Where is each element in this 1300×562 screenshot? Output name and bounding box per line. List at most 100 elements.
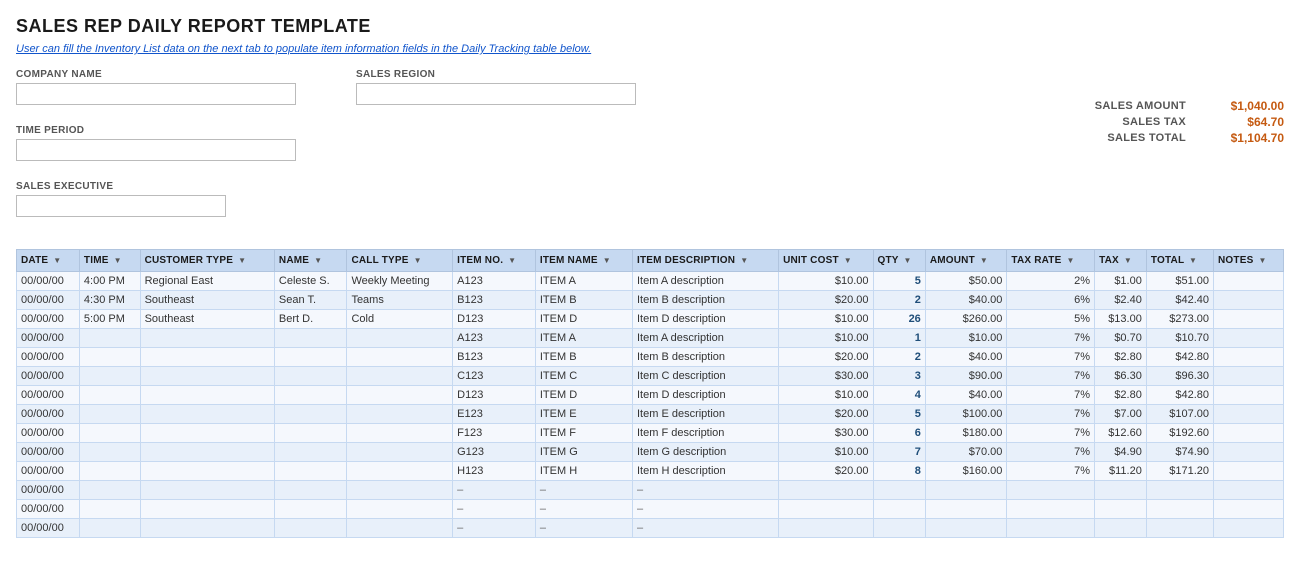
table-cell[interactable] (274, 367, 347, 386)
table-cell[interactable]: 00/00/00 (17, 462, 80, 481)
table-cell[interactable]: 00/00/00 (17, 367, 80, 386)
table-cell[interactable]: 00/00/00 (17, 329, 80, 348)
col-header-date[interactable]: DATE ▼ (17, 250, 80, 272)
table-cell[interactable] (347, 500, 453, 519)
table-cell[interactable] (779, 481, 873, 500)
table-cell[interactable]: Teams (347, 291, 453, 310)
table-cell[interactable] (140, 386, 274, 405)
table-cell[interactable]: $50.00 (925, 272, 1007, 291)
table-cell[interactable]: $30.00 (779, 367, 873, 386)
table-cell[interactable]: 7% (1007, 405, 1095, 424)
company-name-input[interactable] (16, 83, 296, 105)
table-cell[interactable] (1146, 481, 1213, 500)
table-cell[interactable] (1214, 443, 1284, 462)
table-cell[interactable]: $273.00 (1146, 310, 1213, 329)
table-cell[interactable] (1214, 424, 1284, 443)
table-cell[interactable] (1007, 500, 1095, 519)
table-cell[interactable] (79, 500, 140, 519)
table-cell[interactable]: 00/00/00 (17, 291, 80, 310)
table-cell[interactable]: 7% (1007, 443, 1095, 462)
table-cell[interactable]: $171.20 (1146, 462, 1213, 481)
col-header-item-description[interactable]: ITEM DESCRIPTION ▼ (633, 250, 779, 272)
table-cell[interactable]: A123 (453, 272, 536, 291)
table-cell[interactable]: 00/00/00 (17, 348, 80, 367)
table-cell[interactable]: H123 (453, 462, 536, 481)
table-cell[interactable] (873, 481, 925, 500)
table-cell[interactable]: B123 (453, 348, 536, 367)
table-cell[interactable] (274, 348, 347, 367)
table-cell[interactable] (1146, 500, 1213, 519)
table-cell[interactable]: Weekly Meeting (347, 272, 453, 291)
table-cell[interactable]: $20.00 (779, 462, 873, 481)
table-cell[interactable] (1214, 329, 1284, 348)
table-cell[interactable] (1146, 519, 1213, 538)
table-cell[interactable]: $10.00 (779, 329, 873, 348)
table-cell[interactable] (1214, 291, 1284, 310)
col-header-time[interactable]: TIME ▼ (79, 250, 140, 272)
table-cell[interactable] (79, 348, 140, 367)
table-cell[interactable]: Sean T. (274, 291, 347, 310)
table-cell[interactable]: $100.00 (925, 405, 1007, 424)
table-cell[interactable]: $30.00 (779, 424, 873, 443)
col-header-tax[interactable]: TAX ▼ (1095, 250, 1147, 272)
table-cell[interactable] (274, 424, 347, 443)
table-cell[interactable]: Item B description (633, 348, 779, 367)
table-cell[interactable]: Regional East (140, 272, 274, 291)
table-cell[interactable]: – (633, 481, 779, 500)
col-header-qty[interactable]: QTY ▼ (873, 250, 925, 272)
table-cell[interactable]: $2.80 (1095, 348, 1147, 367)
table-cell[interactable]: 7% (1007, 424, 1095, 443)
table-cell[interactable] (79, 367, 140, 386)
col-header-item-name[interactable]: ITEM NAME ▼ (535, 250, 632, 272)
table-cell[interactable]: ITEM F (535, 424, 632, 443)
table-cell[interactable]: $4.90 (1095, 443, 1147, 462)
table-cell[interactable]: $10.00 (779, 310, 873, 329)
table-cell[interactable] (1214, 310, 1284, 329)
table-cell[interactable]: $260.00 (925, 310, 1007, 329)
table-cell[interactable]: Item A description (633, 272, 779, 291)
col-header-customer-type[interactable]: CUSTOMER TYPE ▼ (140, 250, 274, 272)
table-cell[interactable]: 2 (873, 291, 925, 310)
table-cell[interactable]: ITEM B (535, 291, 632, 310)
table-cell[interactable]: $20.00 (779, 348, 873, 367)
table-cell[interactable]: $192.60 (1146, 424, 1213, 443)
table-cell[interactable]: A123 (453, 329, 536, 348)
table-cell[interactable] (274, 329, 347, 348)
table-cell[interactable] (140, 424, 274, 443)
table-cell[interactable] (873, 519, 925, 538)
table-cell[interactable]: ITEM D (535, 386, 632, 405)
table-cell[interactable]: $40.00 (925, 386, 1007, 405)
table-cell[interactable]: ITEM C (535, 367, 632, 386)
table-cell[interactable]: $10.00 (779, 443, 873, 462)
table-cell[interactable] (140, 500, 274, 519)
table-cell[interactable]: G123 (453, 443, 536, 462)
table-cell[interactable]: 5:00 PM (79, 310, 140, 329)
table-cell[interactable] (274, 386, 347, 405)
table-cell[interactable] (347, 329, 453, 348)
table-cell[interactable]: $12.60 (1095, 424, 1147, 443)
table-cell[interactable] (1007, 519, 1095, 538)
table-cell[interactable] (1214, 462, 1284, 481)
table-cell[interactable]: $42.40 (1146, 291, 1213, 310)
table-cell[interactable] (1214, 386, 1284, 405)
table-cell[interactable]: ITEM E (535, 405, 632, 424)
table-cell[interactable]: $11.20 (1095, 462, 1147, 481)
table-cell[interactable] (1214, 348, 1284, 367)
table-cell[interactable]: ITEM A (535, 272, 632, 291)
table-cell[interactable] (274, 519, 347, 538)
table-cell[interactable]: $107.00 (1146, 405, 1213, 424)
table-cell[interactable] (79, 424, 140, 443)
table-cell[interactable] (347, 443, 453, 462)
table-cell[interactable]: E123 (453, 405, 536, 424)
table-cell[interactable]: 8 (873, 462, 925, 481)
table-cell[interactable]: $51.00 (1146, 272, 1213, 291)
table-cell[interactable]: 6% (1007, 291, 1095, 310)
col-header-item-no-[interactable]: ITEM NO. ▼ (453, 250, 536, 272)
table-cell[interactable] (1214, 272, 1284, 291)
table-cell[interactable] (779, 500, 873, 519)
table-cell[interactable]: $42.80 (1146, 386, 1213, 405)
table-cell[interactable]: Cold (347, 310, 453, 329)
table-cell[interactable]: Item D description (633, 310, 779, 329)
table-cell[interactable] (140, 481, 274, 500)
table-cell[interactable] (140, 348, 274, 367)
